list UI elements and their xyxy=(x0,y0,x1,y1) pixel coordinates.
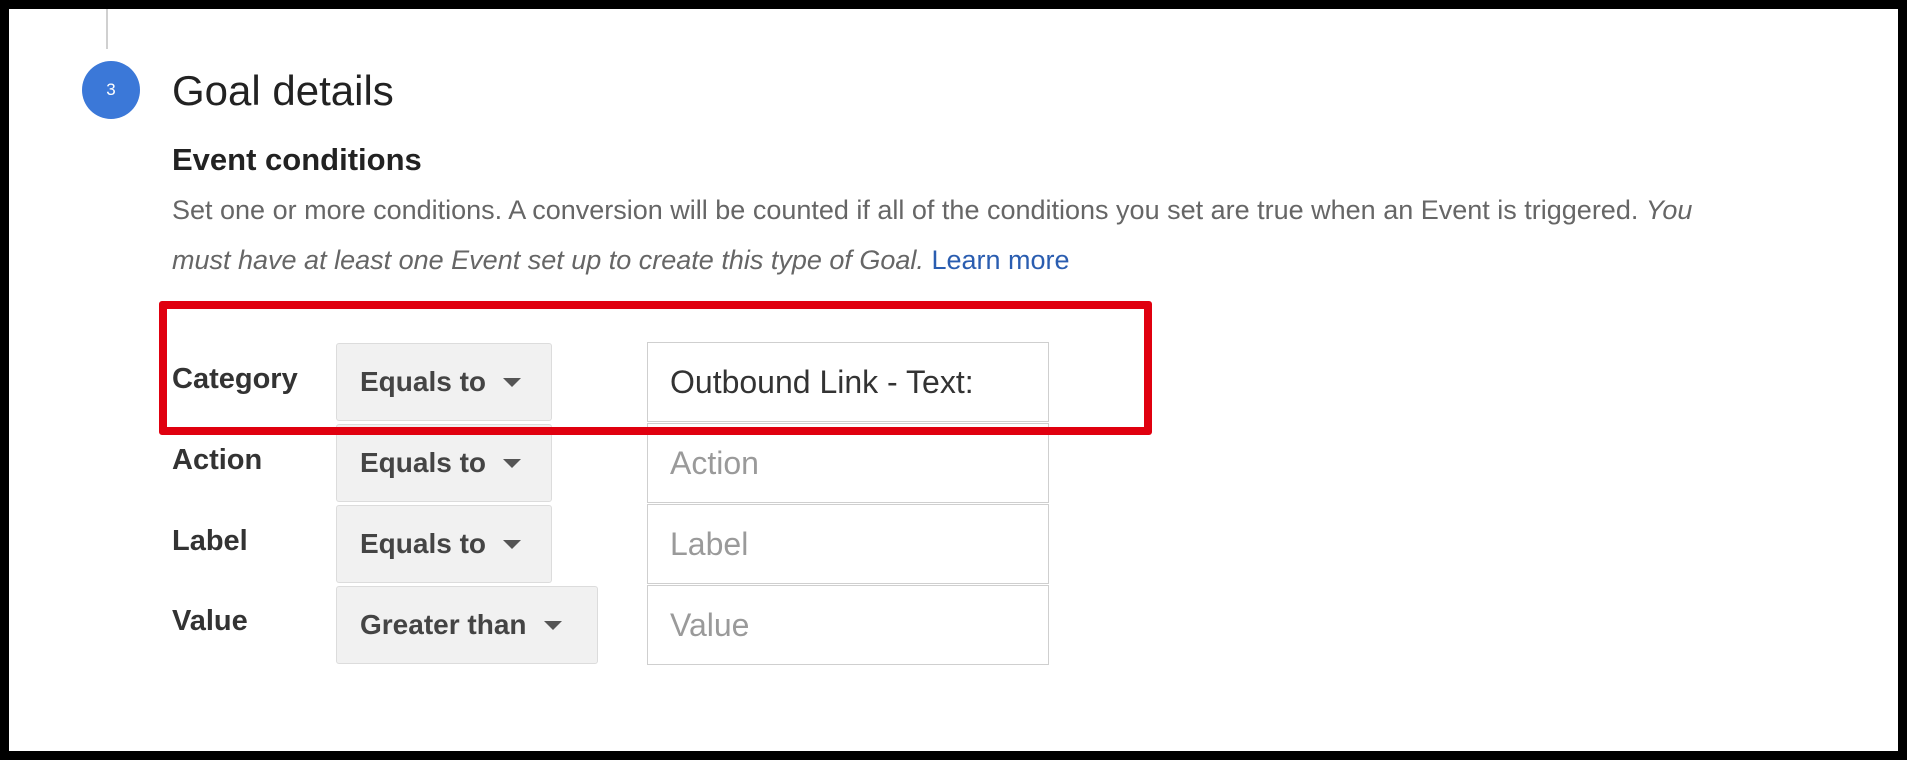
step-number-badge: 3 xyxy=(82,61,140,119)
action-operator-dropdown[interactable]: Equals to xyxy=(336,424,552,502)
dropdown-value: Equals to xyxy=(360,528,487,559)
value-operator-dropdown[interactable]: Greater than xyxy=(336,586,598,664)
condition-label-action: Action xyxy=(172,444,263,476)
condition-label-value: Value xyxy=(172,605,248,637)
dropdown-value: Equals to xyxy=(360,366,487,397)
description-italic-line2: must have at least one Event set up to c… xyxy=(172,245,924,275)
caret-down-icon xyxy=(543,620,562,630)
label-operator-dropdown[interactable]: Equals to xyxy=(336,505,552,583)
dropdown-value: Greater than xyxy=(360,609,527,640)
dropdown-value: Equals to xyxy=(360,447,487,478)
description-line-1: Set one or more conditions. A conversion… xyxy=(172,185,1898,235)
value-value-input[interactable] xyxy=(647,585,1049,665)
step-connector-line xyxy=(106,9,108,49)
description-text: Set one or more conditions. A conversion… xyxy=(172,195,1639,225)
category-value-input[interactable] xyxy=(647,342,1049,422)
event-conditions-description: Set one or more conditions. A conversion… xyxy=(172,185,1898,285)
step-number: 3 xyxy=(106,80,116,99)
caret-down-icon xyxy=(503,377,522,387)
action-value-input[interactable] xyxy=(647,423,1049,503)
learn-more-link[interactable]: Learn more xyxy=(931,245,1069,275)
page-title: Goal details xyxy=(172,67,394,114)
label-value-input[interactable] xyxy=(647,504,1049,584)
screenshot-frame: 3 Goal details Event conditions Set one … xyxy=(0,0,1907,760)
description-italic-start: You xyxy=(1645,195,1693,225)
caret-down-icon xyxy=(503,539,522,549)
event-conditions-heading: Event conditions xyxy=(172,142,422,177)
description-line-2: must have at least one Event set up to c… xyxy=(172,235,1898,285)
condition-label-label: Label xyxy=(172,525,248,557)
condition-label-category: Category xyxy=(172,363,298,395)
category-operator-dropdown[interactable]: Equals to xyxy=(336,343,552,421)
caret-down-icon xyxy=(503,458,522,468)
